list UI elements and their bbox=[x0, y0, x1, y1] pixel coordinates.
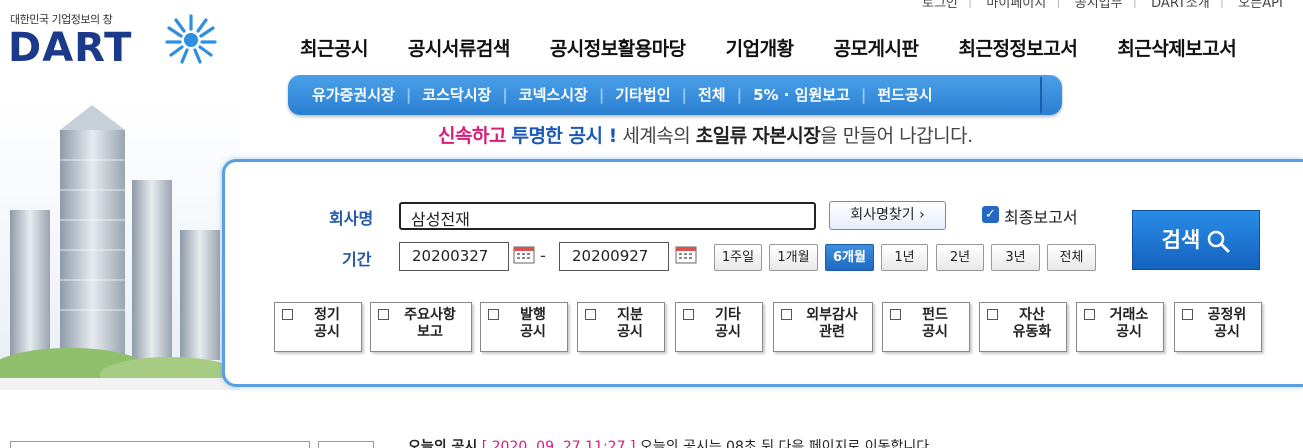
category-label: 외부감사 관련 bbox=[806, 307, 858, 340]
company-name-input[interactable]: 삼성전재 bbox=[399, 202, 816, 230]
category-issuance[interactable]: 발행 공시 bbox=[480, 302, 568, 352]
util-mypage-link[interactable]: 마이페이지 bbox=[986, 0, 1046, 8]
today-disclosure-ticker: 오늘의 공시 [ 2020. 09. 27 11:27 ] 오늘의 공시는 08… bbox=[408, 436, 934, 448]
today-label: 오늘의 공시 bbox=[408, 439, 478, 448]
subnav-kosdaq[interactable]: 코스닥시장 bbox=[422, 84, 491, 105]
nav-recent-corrections[interactable]: 최근정정보고서 bbox=[958, 34, 1077, 61]
category-other[interactable]: 기타 공시 bbox=[675, 302, 763, 352]
checkbox-icon bbox=[282, 309, 293, 320]
start-calendar-icon[interactable] bbox=[513, 244, 535, 264]
subnav-other[interactable]: 기타법인 bbox=[615, 84, 670, 105]
nav-data-usage[interactable]: 공시정보활용마당 bbox=[550, 34, 686, 61]
logo-wordmark[interactable]: DART bbox=[8, 28, 132, 68]
category-external-audit[interactable]: 외부감사 관련 bbox=[773, 302, 873, 352]
category-shareholding[interactable]: 지분 공시 bbox=[577, 302, 665, 352]
category-label: 공정위 공시 bbox=[1207, 307, 1247, 340]
checkbox-icon bbox=[987, 309, 998, 320]
checkbox-icon bbox=[1182, 309, 1193, 320]
checkbox-icon bbox=[488, 309, 499, 320]
util-about-link[interactable]: DART소개 bbox=[1151, 0, 1210, 8]
util-links: 로그인 | 마이페이지 | 공시업무 | DART소개 | 오픈API bbox=[922, 0, 1303, 8]
nav-recent-deletions[interactable]: 최근삭제보고서 bbox=[1117, 34, 1236, 61]
slogan-part4: 초일류 bbox=[695, 125, 747, 147]
util-work-link[interactable]: 공시업무 bbox=[1075, 0, 1123, 8]
subnav-kospi[interactable]: 유가증권시장 bbox=[312, 84, 395, 105]
nav-company-overview[interactable]: 기업개황 bbox=[726, 34, 794, 61]
period-6month-button[interactable]: 6개월 bbox=[825, 244, 874, 271]
subnav-divider bbox=[1040, 77, 1042, 113]
company-label: 회사명 bbox=[329, 209, 374, 228]
period-all-button[interactable]: 전체 bbox=[1047, 244, 1096, 271]
slogan-part5: 자본시장 bbox=[752, 125, 821, 147]
category-label: 주요사항 보고 bbox=[404, 307, 456, 340]
slogan: 신속하고 투명한 공시 ! 세계속의 초일류 자본시장을 만들어 나갑니다. bbox=[438, 121, 973, 148]
nav-offering-board[interactable]: 공모게시판 bbox=[834, 34, 919, 61]
city-buildings-illustration bbox=[0, 100, 240, 390]
nav-recent-disclosure[interactable]: 최근공시 bbox=[300, 34, 368, 61]
main-nav: 최근공시 공시서류검색 공시정보활용마당 기업개황 공모게시판 최근정정보고서 최근삭제보고… bbox=[300, 34, 1276, 62]
subnav-5pct-exec[interactable]: 5% · 임원보고 bbox=[753, 84, 850, 105]
period-1year-button[interactable]: 1년 bbox=[881, 244, 928, 271]
category-label: 발행 공시 bbox=[520, 307, 546, 340]
category-exchange[interactable]: 거래소 공시 bbox=[1076, 302, 1164, 352]
end-calendar-icon[interactable] bbox=[675, 244, 697, 264]
search-panel bbox=[222, 159, 1303, 387]
period-2year-button[interactable]: 2년 bbox=[936, 244, 984, 271]
final-report-label: 최종보고서 bbox=[1004, 208, 1078, 227]
checkbox-icon bbox=[781, 309, 792, 320]
start-date-input[interactable]: 20200327 bbox=[399, 242, 509, 271]
category-label: 펀드 공시 bbox=[922, 307, 948, 340]
category-ftc[interactable]: 공정위 공시 bbox=[1174, 302, 1262, 352]
market-subnav: 유가증권시장 | 코스닥시장 | 코넥스시장 | 기타법인 | 전체 | 5% · 임원보고 | 펀드공… bbox=[288, 75, 1062, 115]
subnav-konex[interactable]: 코넥스시장 bbox=[519, 84, 588, 105]
category-fund[interactable]: 펀드 공시 bbox=[882, 302, 970, 352]
checkbox-icon bbox=[1084, 309, 1095, 320]
category-label: 자산 유동화 bbox=[1012, 307, 1052, 340]
period-3year-button[interactable]: 3년 bbox=[991, 244, 1040, 271]
checkbox-icon bbox=[378, 309, 389, 320]
category-label: 지분 공시 bbox=[617, 307, 643, 340]
logo-sunburst-icon bbox=[165, 14, 217, 64]
category-asset-securitization[interactable]: 자산 유동화 bbox=[979, 302, 1067, 352]
checkbox-icon bbox=[890, 309, 901, 320]
util-login-link[interactable]: 로그인 bbox=[922, 0, 958, 8]
today-text: 오늘의 공시는 08초 뒤 다음 페이지로 이동합니다. bbox=[639, 439, 934, 448]
search-button-label: 검색 bbox=[1161, 228, 1201, 252]
category-label: 정기 공시 bbox=[314, 307, 340, 340]
find-company-button[interactable]: 회사명찾기 › bbox=[829, 201, 946, 230]
slogan-part6: 을 만들어 나갑니다. bbox=[820, 125, 973, 147]
search-button[interactable]: 검색 bbox=[1132, 210, 1260, 270]
bottom-search-input[interactable] bbox=[10, 441, 310, 448]
slogan-part3: 세계속의 bbox=[622, 125, 691, 147]
util-openapi-link[interactable]: 오픈API bbox=[1238, 0, 1283, 8]
period-1week-button[interactable]: 1주일 bbox=[714, 244, 762, 271]
category-label: 거래소 공시 bbox=[1109, 307, 1149, 340]
search-icon bbox=[1208, 230, 1230, 253]
subnav-all[interactable]: 전체 bbox=[698, 84, 726, 105]
category-label: 기타 공시 bbox=[715, 307, 741, 340]
subnav-fund[interactable]: 펀드공시 bbox=[877, 84, 932, 105]
end-date-input[interactable]: 20200927 bbox=[559, 242, 669, 271]
nav-document-search[interactable]: 공시서류검색 bbox=[408, 34, 510, 61]
slogan-part2: 투명한 공시 ! bbox=[511, 125, 617, 147]
slogan-part1: 신속하고 bbox=[438, 125, 506, 147]
checkbox-icon bbox=[585, 309, 596, 320]
date-separator: - bbox=[540, 246, 546, 265]
category-major-report[interactable]: 주요사항 보고 bbox=[370, 302, 472, 352]
bottom-search-button[interactable] bbox=[318, 441, 374, 448]
today-time: [ 2020. 09. 27 11:27 ] bbox=[481, 439, 636, 448]
checkbox-icon bbox=[683, 309, 694, 320]
final-report-checkbox[interactable]: ✓ bbox=[982, 206, 999, 223]
period-1month-button[interactable]: 1개월 bbox=[769, 244, 818, 271]
category-regular[interactable]: 정기 공시 bbox=[274, 302, 362, 352]
period-label: 기간 bbox=[342, 250, 372, 269]
